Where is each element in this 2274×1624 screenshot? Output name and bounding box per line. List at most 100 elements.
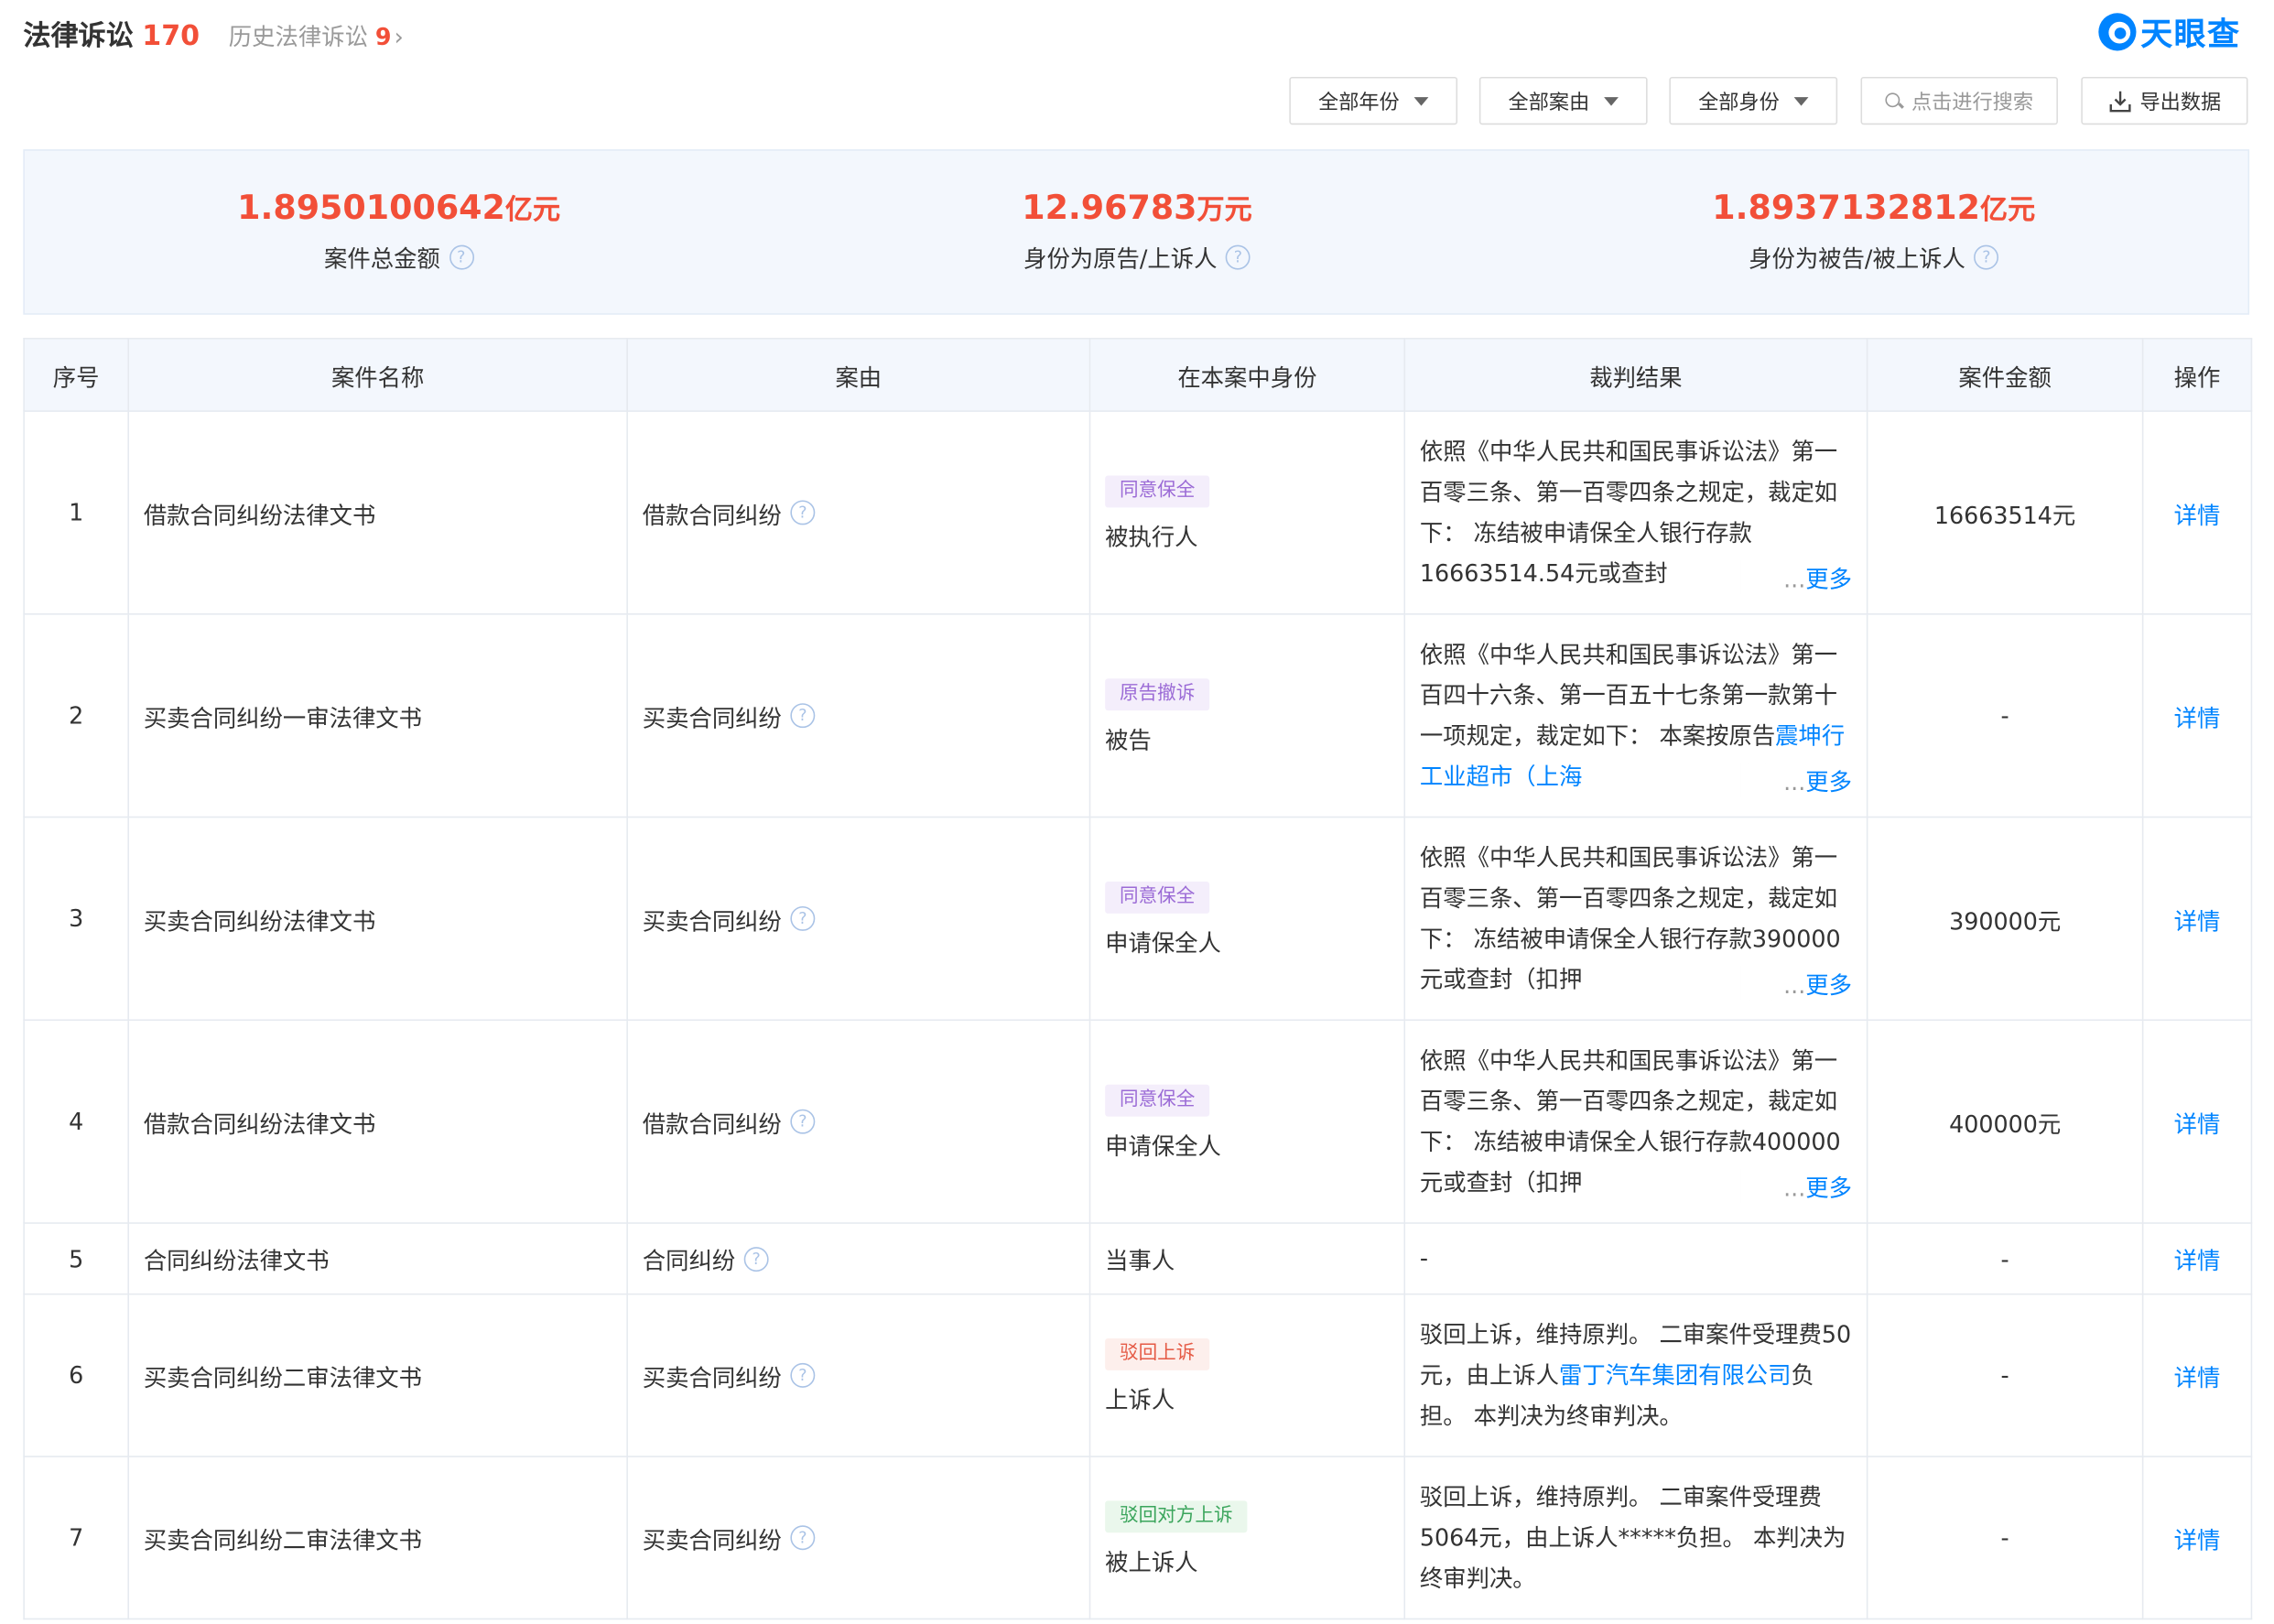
case-reason-cell: 合同纠纷 ?: [626, 1222, 1091, 1295]
col-header-amount: 案件金额: [1866, 338, 2144, 412]
case-amount: 400000元: [1866, 1019, 2144, 1224]
role-cell: 驳回对方上诉 被上诉人: [1088, 1456, 1406, 1620]
case-reason: 借款合同纠纷: [642, 1110, 782, 1138]
detail-link[interactable]: 详情: [2174, 1247, 2221, 1274]
case-name[interactable]: 借款合同纠纷法律文书: [127, 410, 628, 615]
detail-cell: 详情: [2141, 1456, 2253, 1620]
search-input[interactable]: 点击进行搜索: [1860, 76, 2058, 125]
col-header-action: 操作: [2141, 338, 2253, 412]
role-cell: 原告撤诉 被告: [1088, 613, 1406, 818]
row-index: 2: [23, 613, 129, 818]
case-reason-cell: 买卖合同纠纷 ?: [626, 816, 1091, 1022]
case-name[interactable]: 买卖合同纠纷二审法律文书: [127, 1293, 628, 1457]
case-reason-cell: 借款合同纠纷 ?: [626, 410, 1091, 615]
help-circle-icon[interactable]: ?: [790, 703, 816, 729]
case-role: 申请保全人: [1105, 928, 1221, 957]
help-circle-icon[interactable]: ?: [1225, 244, 1251, 269]
row-index: 4: [23, 1019, 129, 1224]
lawsuit-count: 170: [142, 20, 200, 53]
case-amount: -: [1866, 1456, 2144, 1620]
case-reason: 借款合同纠纷: [642, 501, 782, 529]
col-header-name: 案件名称: [127, 338, 628, 412]
party-link[interactable]: 雷丁汽车集团有限公司: [1559, 1361, 1791, 1389]
detail-link[interactable]: 详情: [2174, 907, 2221, 935]
reason-filter-label: 全部案由: [1508, 90, 1590, 114]
page-title: 法律诉讼: [23, 20, 134, 53]
help-circle-icon[interactable]: ?: [790, 1525, 816, 1551]
table-header-row: 序号 案件名称 案由 在本案中身份 裁判结果 案件金额 操作: [23, 338, 2253, 412]
row-index: 6: [23, 1293, 129, 1457]
more-link[interactable]: ...更多: [1739, 762, 1852, 797]
case-role: 申请保全人: [1105, 1131, 1221, 1160]
case-name[interactable]: 借款合同纠纷法律文书: [127, 1019, 628, 1224]
chevron-right-icon[interactable]: ›: [395, 23, 404, 50]
stat-defendant-amount: 1.8937132812亿元 身份为被告/被上诉人 ?: [1511, 189, 2236, 274]
detail-link[interactable]: 详情: [2174, 1110, 2221, 1137]
help-circle-icon[interactable]: ?: [1974, 244, 1999, 269]
case-reason-cell: 买卖合同纠纷 ?: [626, 1456, 1091, 1620]
summary-panel: 1.8950100642亿元 案件总金额 ? 12.96783万元 身份为原告/…: [23, 149, 2250, 315]
detail-link[interactable]: 详情: [2174, 501, 2221, 528]
judgment-tag: 驳回对方上诉: [1105, 1499, 1248, 1532]
judgment-result: 依照《中华人民共和国民事诉讼法》第一百零三条、第一百零四条之规定，裁定如下： 冻…: [1403, 410, 1868, 615]
caret-down-icon: [1793, 96, 1809, 105]
result-cell: 驳回上诉，维持原判。 二审案件受理费5064元，由上诉人*****负担。 本判决…: [1420, 1477, 1852, 1598]
col-header-reason: 案由: [626, 338, 1091, 412]
judgment-result: 驳回上诉，维持原判。 二审案件受理费50元，由上诉人雷丁汽车集团有限公司负担。 …: [1403, 1293, 1868, 1457]
brand-logo: 天眼查: [2098, 9, 2240, 56]
table-row: 3 买卖合同纠纷法律文书 买卖合同纠纷 ? 同意保全申请保全人 依照《中华人民共…: [23, 816, 2253, 1022]
row-index: 1: [23, 410, 129, 615]
detail-link[interactable]: 详情: [2174, 704, 2221, 731]
case-reason: 合同纠纷: [642, 1247, 736, 1275]
result-text: 驳回上诉，维持原判。 二审案件受理费5064元，由上诉人*****负担。 本判决…: [1419, 1482, 1846, 1592]
help-circle-icon[interactable]: ?: [790, 1109, 816, 1134]
judgment-result: 依照《中华人民共和国民事诉讼法》第一百零三条、第一百零四条之规定，裁定如下： 冻…: [1403, 816, 1868, 1022]
help-circle-icon[interactable]: ?: [790, 1362, 816, 1388]
table-body: 1 借款合同纠纷法律文书 借款合同纠纷 ? 同意保全 被执行人 依照《中华人民共和…: [23, 410, 2253, 1620]
table-row: 5 合同纠纷法律文书 合同纠纷 ? 当事人 - - 详情: [23, 1222, 2253, 1295]
reason-filter-dropdown[interactable]: 全部案由: [1478, 76, 1648, 125]
export-data-button[interactable]: 导出数据: [2081, 76, 2248, 125]
identity-filter-dropdown[interactable]: 全部身份: [1669, 76, 1838, 125]
detail-link[interactable]: 详情: [2174, 1526, 2221, 1554]
year-filter-label: 全部年份: [1318, 90, 1400, 114]
table-row: 2 买卖合同纠纷一审法律文书 买卖合同纠纷 ? 原告撤诉 被告 依照《中华人民共和…: [23, 613, 2253, 818]
case-reason-cell: 买卖合同纠纷 ?: [626, 613, 1091, 818]
case-amount: 16663514元: [1866, 410, 2144, 615]
more-link[interactable]: ...更多: [1739, 965, 1852, 1001]
case-name[interactable]: 买卖合同纠纷法律文书: [127, 816, 628, 1022]
role-cell: 驳回上诉 上诉人: [1088, 1293, 1406, 1457]
judgment-result: 依照《中华人民共和国民事诉讼法》第一百零三条、第一百零四条之规定，裁定如下： 冻…: [1403, 1019, 1868, 1224]
col-header-index: 序号: [23, 338, 129, 412]
caret-down-icon: [1413, 96, 1429, 105]
stat-unit: 亿元: [504, 194, 561, 227]
case-name[interactable]: 买卖合同纠纷一审法律文书: [127, 613, 628, 818]
case-amount: -: [1866, 613, 2144, 818]
row-index: 7: [23, 1456, 129, 1620]
case-name[interactable]: 买卖合同纠纷二审法律文书: [127, 1456, 628, 1620]
row-index: 3: [23, 816, 129, 1022]
table-row: 4 借款合同纠纷法律文书 借款合同纠纷 ? 同意保全 申请保全人 依照《中华人民共…: [23, 1019, 2253, 1224]
case-reason: 买卖合同纠纷: [642, 1526, 782, 1554]
stat-value: 12.96783: [1022, 189, 1197, 228]
more-link[interactable]: ...更多: [1739, 558, 1852, 594]
case-role: 被执行人: [1105, 523, 1198, 551]
search-icon: [1885, 92, 1902, 110]
judgment-tag: 同意保全: [1105, 881, 1210, 914]
case-amount: -: [1866, 1293, 2144, 1457]
row-index: 5: [23, 1222, 129, 1295]
case-reason-cell: 买卖合同纠纷 ?: [626, 1293, 1091, 1457]
more-link[interactable]: ...更多: [1739, 1167, 1852, 1203]
history-lawsuits-link[interactable]: 历史法律诉讼: [229, 17, 368, 52]
help-circle-icon[interactable]: ?: [743, 1246, 769, 1272]
help-circle-icon[interactable]: ?: [790, 905, 816, 931]
case-name[interactable]: 合同纠纷法律文书: [127, 1222, 628, 1295]
stat-value: 1.8937132812: [1712, 189, 1980, 228]
case-amount: -: [1866, 1222, 2144, 1295]
year-filter-dropdown[interactable]: 全部年份: [1289, 76, 1458, 125]
history-lawsuits-count[interactable]: 9: [375, 23, 392, 50]
detail-link[interactable]: 详情: [2174, 1364, 2221, 1391]
help-circle-icon[interactable]: ?: [790, 500, 816, 525]
identity-filter-label: 全部身份: [1698, 90, 1780, 114]
help-circle-icon[interactable]: ?: [449, 244, 474, 269]
